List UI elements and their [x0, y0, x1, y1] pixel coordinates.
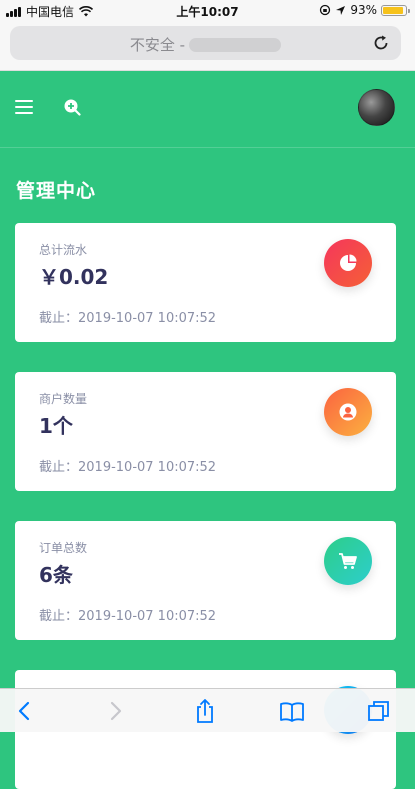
card-label: 商户数量: [39, 392, 88, 406]
address-bar[interactable]: 不安全 -: [10, 26, 401, 60]
card-icon-badge: [324, 239, 372, 287]
redacted-url: [189, 38, 282, 52]
forward-icon[interactable]: [102, 698, 128, 724]
cart-icon: [339, 553, 357, 569]
bookmarks-icon[interactable]: [279, 698, 305, 724]
browser-toolbar: [0, 688, 415, 732]
page-title: 管理中心: [16, 180, 97, 202]
browser-address-area: 不安全 -: [0, 22, 415, 71]
card-label: 总计流水: [39, 243, 88, 257]
pie-chart-icon: [340, 254, 357, 271]
card-value: 1个: [39, 414, 73, 438]
status-bar: 中国电信 上午10:07 93%: [0, 0, 415, 22]
card-icon-badge: [324, 388, 372, 436]
card-date: 截止：2019-10-07 10:07:52: [39, 609, 217, 624]
security-label: 不安全 -: [129, 36, 186, 54]
stat-card-merchants: 商户数量 1个 截止：2019-10-07 10:07:52: [15, 372, 396, 491]
card-icon-badge: [324, 537, 372, 585]
battery-icon: [381, 4, 410, 16]
battery-percent: 93%: [350, 3, 377, 17]
card-value: 6条: [39, 563, 73, 587]
stat-card-revenue: 总计流水 ￥0.02 截止：2019-10-07 10:07:52: [15, 223, 396, 342]
back-icon[interactable]: [12, 698, 38, 724]
card-date: 截止：2019-10-07 10:07:52: [39, 460, 217, 475]
avatar[interactable]: [358, 89, 395, 126]
user-icon: [339, 403, 357, 421]
menu-icon[interactable]: [15, 100, 33, 114]
card-value: ￥0.02: [39, 265, 109, 289]
reload-icon[interactable]: [371, 33, 391, 53]
tabs-icon[interactable]: [366, 698, 392, 724]
app-header: [0, 71, 415, 148]
card-date: 截止：2019-10-07 10:07:52: [39, 311, 217, 326]
search-plus-icon[interactable]: [63, 98, 81, 116]
location-icon: [336, 5, 346, 15]
status-right: 93%: [319, 3, 410, 17]
card-label: 订单总数: [39, 541, 88, 555]
orientation-lock-icon: [320, 4, 331, 16]
share-icon[interactable]: [192, 698, 218, 724]
stat-card-orders: 订单总数 6条 截止：2019-10-07 10:07:52: [15, 521, 396, 640]
address-text: 不安全 -: [10, 34, 401, 55]
